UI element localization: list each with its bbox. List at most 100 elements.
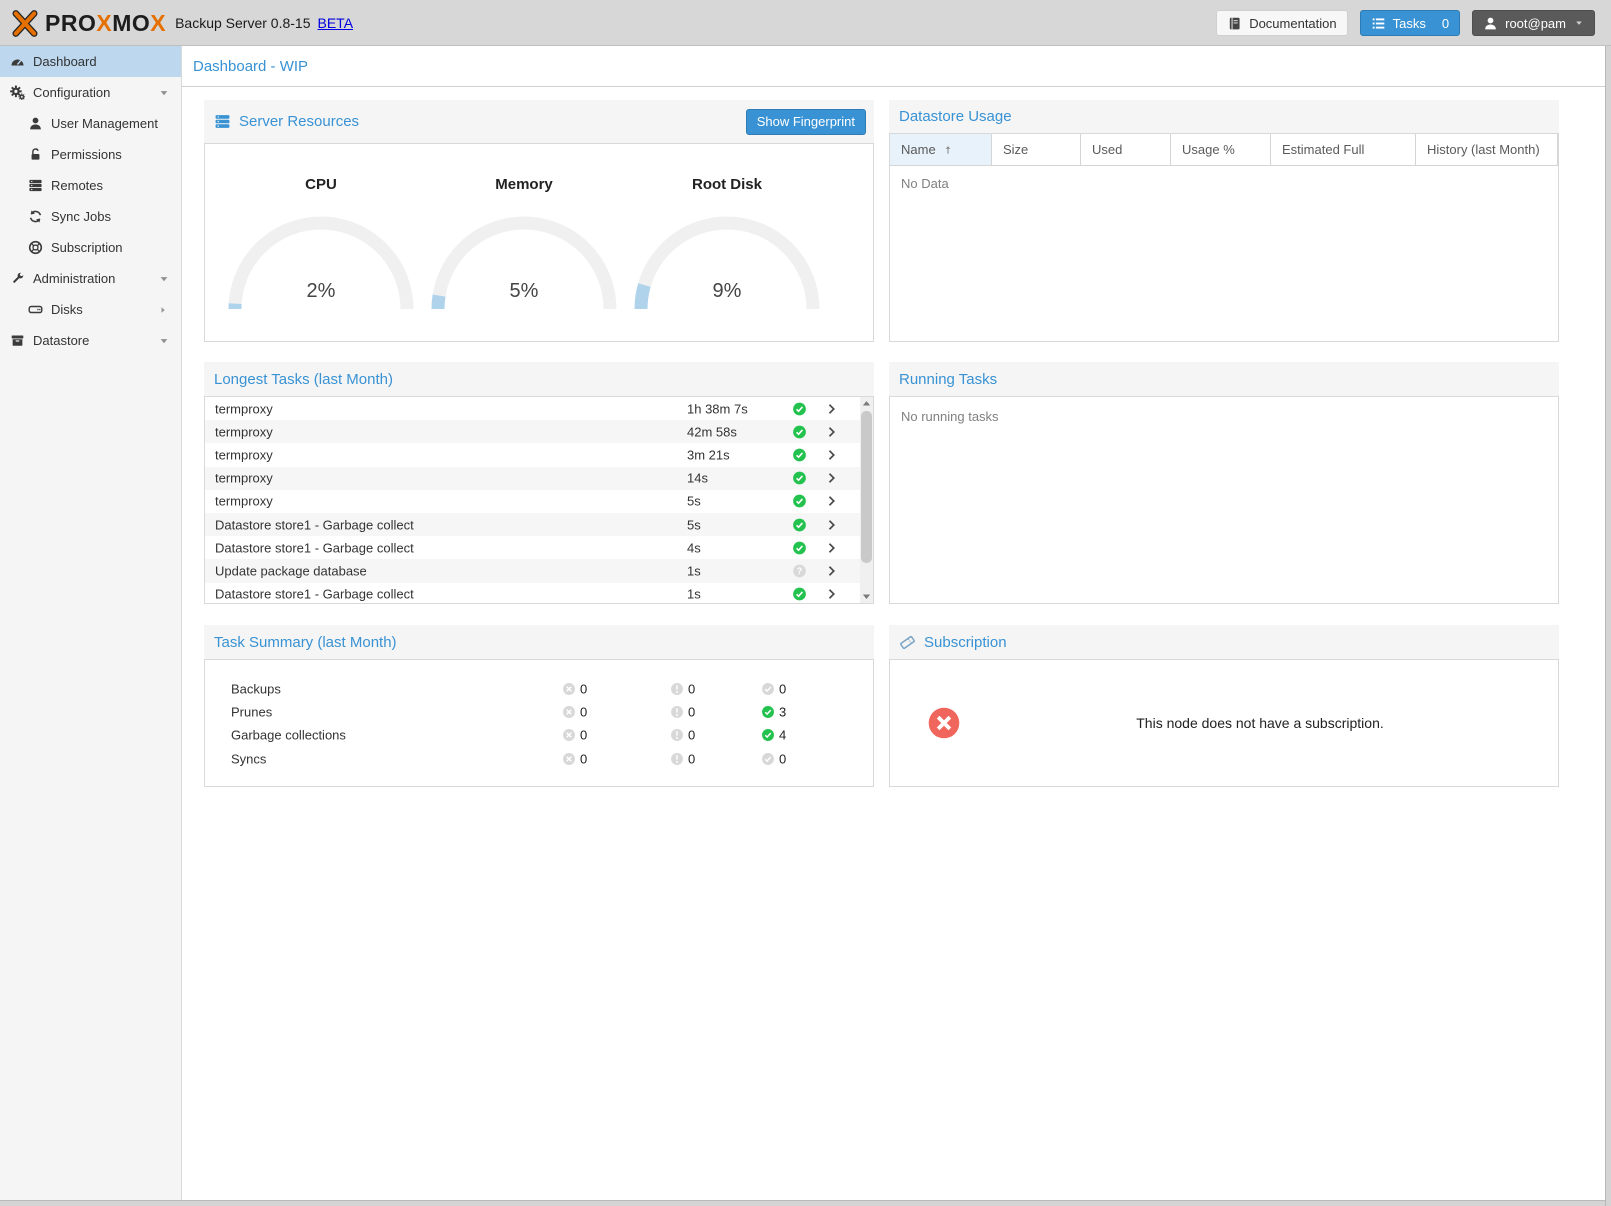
column-header-name[interactable]: Name [890, 134, 992, 165]
summary-label: Backups [231, 681, 281, 696]
open-task-chevron-icon[interactable] [825, 564, 838, 577]
warning-count-icon [670, 728, 684, 742]
open-task-chevron-icon[interactable] [825, 495, 838, 508]
scroll-down-icon[interactable] [860, 590, 873, 603]
sidebar-item-label: Sync Jobs [51, 209, 111, 224]
unlock-icon [28, 147, 43, 162]
status-ok-icon [792, 424, 807, 439]
show-fingerprint-button[interactable]: Show Fingerprint [746, 109, 866, 135]
datastore-empty-text: No Data [890, 166, 1558, 201]
task-row[interactable]: Datastore store1 - Garbage collect1s [205, 583, 873, 605]
chevron-down-icon [158, 87, 170, 99]
open-task-chevron-icon[interactable] [825, 425, 838, 438]
gauge-label: Root Disk [632, 176, 822, 193]
task-row[interactable]: termproxy5s [205, 490, 873, 513]
task-row[interactable]: termproxy1h 38m 7s [205, 397, 873, 420]
summary-ok-count: 0 [779, 681, 786, 696]
task-row[interactable]: Datastore store1 - Garbage collect4s [205, 536, 873, 559]
refresh-icon [28, 209, 43, 224]
sidebar-item-label: Disks [51, 302, 83, 317]
column-header-estimated-full[interactable]: Estimated Full [1271, 134, 1416, 165]
sidebar-item-remotes[interactable]: Remotes [0, 170, 181, 201]
scroll-up-icon[interactable] [860, 397, 873, 410]
task-row[interactable]: Update package database1s [205, 559, 873, 582]
server-resources-header: Server Resources Show Fingerprint [204, 100, 874, 143]
sidebar-item-subscription[interactable]: Subscription [0, 232, 181, 263]
scrollbar[interactable] [860, 397, 873, 603]
subscription-message: This node does not have a subscription. [962, 715, 1558, 731]
sidebar-item-configuration[interactable]: Configuration [0, 77, 181, 108]
sidebar-item-label: Dashboard [33, 54, 97, 69]
summary-warning-count: 0 [688, 728, 695, 743]
sidebar-item-datastore[interactable]: Datastore [0, 325, 181, 356]
error-count-icon [562, 728, 576, 742]
user-menu-button[interactable]: root@pam [1472, 10, 1595, 36]
summary-error-count: 0 [580, 705, 587, 720]
sidebar-item-dashboard[interactable]: Dashboard [0, 46, 181, 77]
gauge-cpu: CPU 2% [226, 176, 416, 321]
running-tasks-title: Running Tasks [899, 371, 997, 388]
column-header-size[interactable]: Size [992, 134, 1081, 165]
scrollbar-thumb[interactable] [861, 411, 872, 563]
server-resources-title: Server Resources [239, 113, 359, 130]
tachometer-icon [10, 54, 25, 69]
gauge-value: 2% [226, 280, 416, 303]
open-task-chevron-icon[interactable] [825, 541, 838, 554]
task-duration: 1s [687, 563, 701, 578]
error-count-icon [562, 705, 576, 719]
user-icon [1483, 16, 1498, 31]
ok-count-icon [761, 705, 775, 719]
open-task-chevron-icon[interactable] [825, 448, 838, 461]
task-name: Datastore store1 - Garbage collect [215, 587, 414, 602]
sidebar-item-label: Datastore [33, 333, 89, 348]
sidebar-item-user-management[interactable]: User Management [0, 108, 181, 139]
task-row[interactable]: termproxy42m 58s [205, 420, 873, 443]
status-ok-icon [792, 494, 807, 509]
summary-label: Garbage collections [231, 728, 346, 743]
open-task-chevron-icon[interactable] [825, 588, 838, 601]
server-icon [28, 178, 43, 193]
tasks-button[interactable]: Tasks 0 [1360, 10, 1460, 36]
task-row[interactable]: termproxy3m 21s [205, 443, 873, 466]
gauge-value: 9% [632, 280, 822, 303]
task-duration: 5s [687, 517, 701, 532]
ok-count-icon [761, 682, 775, 696]
running-tasks-header: Running Tasks [889, 362, 1559, 396]
sidebar-item-label: Remotes [51, 178, 103, 193]
product-version-label: Backup Server 0.8-15 [175, 15, 310, 31]
book-icon [1227, 16, 1242, 31]
summary-label: Prunes [231, 705, 272, 720]
task-name: termproxy [215, 471, 273, 486]
summary-error-count: 0 [580, 751, 587, 766]
subscription-body: This node does not have a subscription. [889, 659, 1559, 787]
user-icon [28, 116, 43, 131]
status-ok-icon [792, 447, 807, 462]
task-duration: 1h 38m 7s [687, 401, 748, 416]
sidebar-item-sync-jobs[interactable]: Sync Jobs [0, 201, 181, 232]
sidebar-item-permissions[interactable]: Permissions [0, 139, 181, 170]
open-task-chevron-icon[interactable] [825, 402, 838, 415]
task-row[interactable]: Datastore store1 - Garbage collect5s [205, 513, 873, 536]
times-circle-icon [926, 705, 962, 741]
column-header-used[interactable]: Used [1081, 134, 1171, 165]
documentation-button[interactable]: Documentation [1216, 10, 1347, 36]
open-task-chevron-icon[interactable] [825, 472, 838, 485]
gauge-label: CPU [226, 176, 416, 193]
chevron-down-icon [158, 273, 170, 285]
top-bar: PROXMOX Backup Server 0.8-15 BETA Docume… [0, 0, 1611, 46]
sidebar-item-label: Administration [33, 271, 115, 286]
top-bar-actions: Documentation Tasks 0 root@pam [1216, 10, 1595, 36]
summary-ok-count: 4 [779, 728, 786, 743]
open-task-chevron-icon[interactable] [825, 518, 838, 531]
chevron-right-icon [158, 305, 168, 315]
column-header-usage[interactable]: Usage % [1171, 134, 1271, 165]
column-header-history-last-month[interactable]: History (last Month) [1416, 134, 1558, 165]
sidebar-item-disks[interactable]: Disks [0, 294, 181, 325]
lifering-icon [28, 240, 43, 255]
beta-link[interactable]: BETA [318, 15, 354, 31]
sidebar-item-administration[interactable]: Administration [0, 263, 181, 294]
page-title: Dashboard - WIP [193, 58, 308, 75]
task-summary-body: Backups000Prunes003Garbage collections00… [204, 659, 874, 787]
task-row[interactable]: termproxy14s [205, 467, 873, 490]
server-bars-icon [214, 113, 231, 130]
